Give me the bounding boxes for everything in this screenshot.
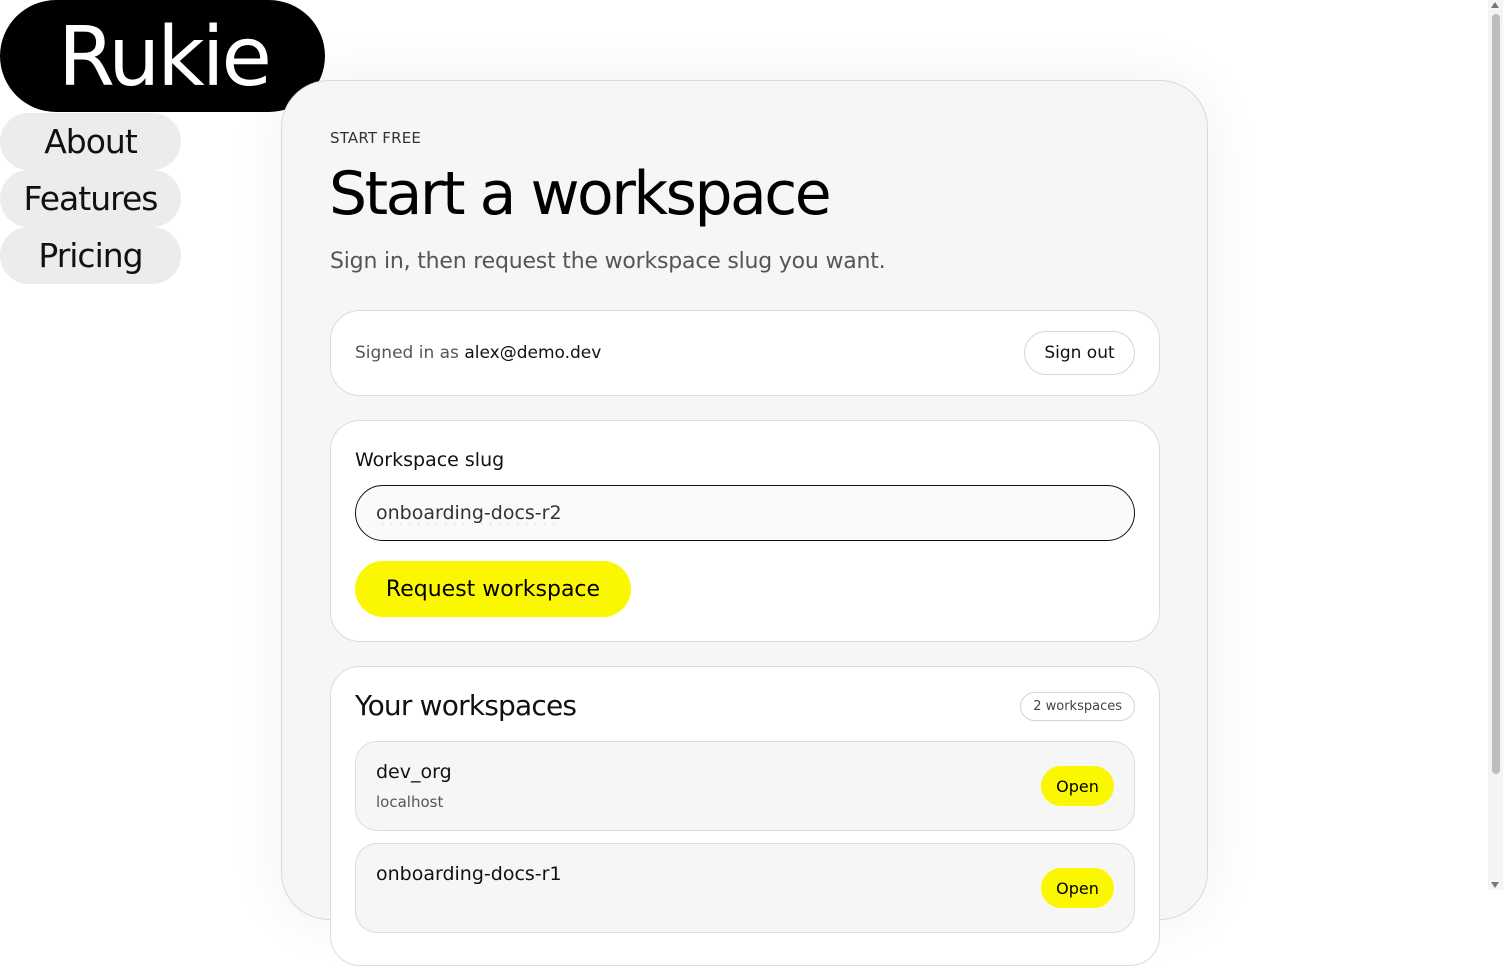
sign-out-button[interactable]: Sign out [1024,331,1135,375]
eyebrow-label: START FREE [330,129,422,147]
workspace-name: dev_org [376,761,452,783]
nav-item-label: Pricing [38,236,143,275]
request-workspace-panel: Workspace slug Request workspace [330,420,1160,642]
signin-status: Signed in as alex@demo.dev [355,343,601,363]
scroll-down-arrow-icon[interactable] [1491,882,1499,888]
workspace-list-item: dev_org localhost Open [355,741,1135,831]
signin-prefix: Signed in as [355,343,465,363]
main-nav: About Features Pricing [0,113,181,284]
request-workspace-button[interactable]: Request workspace [355,561,631,617]
workspaces-heading: Your workspaces [355,689,577,722]
nav-item-pricing[interactable]: Pricing [0,227,181,284]
workspace-slug-label: Workspace slug [355,449,505,471]
nav-item-features[interactable]: Features [0,170,181,227]
workspace-slug-input[interactable] [355,485,1135,541]
signin-panel: Signed in as alex@demo.dev Sign out [330,310,1160,396]
brand-logo-text: Rukie [58,9,272,105]
brand-logo[interactable]: Rukie [0,0,325,112]
page-scrollbar[interactable] [1488,0,1503,890]
page-title: Start a workspace [329,159,832,229]
scrollbar-thumb[interactable] [1492,14,1500,774]
nav-item-label: About [44,122,138,161]
workspaces-panel: Your workspaces 2 workspaces dev_org loc… [330,666,1160,966]
nav-item-label: Features [23,179,159,218]
workspace-host: localhost [376,793,444,811]
open-workspace-button[interactable]: Open [1041,766,1114,806]
start-workspace-card: START FREE Start a workspace Sign in, th… [281,80,1208,966]
workspace-list-item: onboarding-docs-r1 Open [355,843,1135,933]
workspace-name: onboarding-docs-r1 [376,863,562,885]
signin-email: alex@demo.dev [464,343,602,363]
page-subtitle: Sign in, then request the workspace slug… [330,249,886,274]
nav-item-about[interactable]: About [0,113,181,170]
workspace-count-badge: 2 workspaces [1020,692,1135,721]
scroll-up-arrow-icon[interactable] [1491,2,1499,8]
open-workspace-button[interactable]: Open [1041,868,1114,908]
